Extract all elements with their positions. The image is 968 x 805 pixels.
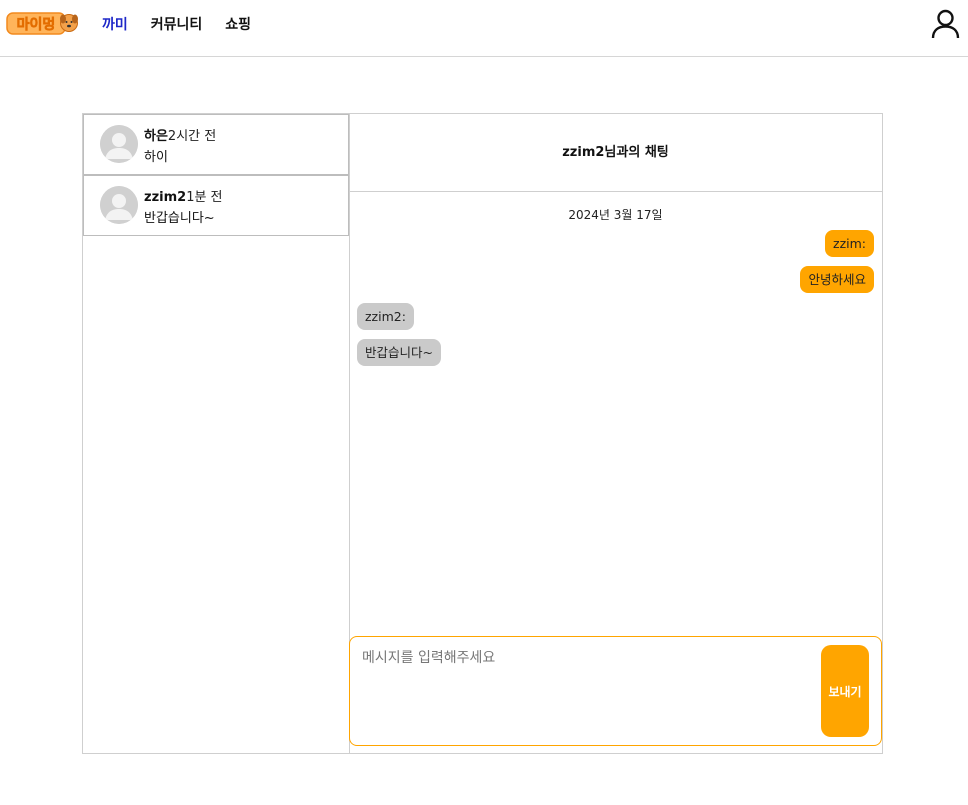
main-nav: 까미 커뮤니티 쇼핑: [102, 14, 251, 34]
message-bubble-other: zzim2:: [357, 303, 414, 330]
room-header: 하은2시간 전: [144, 125, 216, 144]
room-name: 하은: [144, 129, 168, 144]
message-bubble-mine: zzim:: [825, 230, 874, 257]
room-name: zzim2: [144, 190, 187, 205]
svg-text:마이멍: 마이멍: [17, 16, 56, 33]
message-input[interactable]: [360, 645, 814, 739]
nav-item-community[interactable]: 커뮤니티: [151, 14, 203, 34]
message-bubble-other: 반갑습니다~: [357, 339, 441, 366]
message-composer: 보내기: [349, 636, 882, 746]
top-header: 마이멍 까미 커뮤니티 쇼핑: [0, 0, 968, 57]
nav-item-kkami[interactable]: 까미: [102, 14, 128, 34]
user-icon[interactable]: [931, 9, 960, 39]
room-header: zzim21분 전: [144, 186, 223, 205]
nav-item-shopping[interactable]: 쇼핑: [225, 14, 251, 34]
room-time: 2시간 전: [167, 129, 217, 144]
date-separator: 2024년 3월 17일: [568, 208, 663, 222]
send-button[interactable]: 보내기: [821, 645, 869, 737]
room-last-message: 반갑습니다~: [144, 211, 215, 226]
chat-room-item[interactable]: 하은2시간 전 하이: [83, 114, 349, 175]
message-bubble-mine: 안녕하세요: [800, 266, 874, 293]
logo[interactable]: 마이멍: [6, 11, 78, 36]
avatar-icon: [100, 125, 138, 163]
chat-container: 하은2시간 전 하이 zzim21분 전 반갑습니다~ zzim2님과의 채팅 …: [82, 113, 883, 754]
room-last-message: 하이: [144, 150, 168, 165]
room-time: 1분 전: [186, 190, 223, 205]
chat-panel: zzim2님과의 채팅 2024년 3월 17일 zzim: 안녕하세요 zzi…: [349, 114, 882, 753]
chat-title: zzim2님과의 채팅: [349, 114, 882, 192]
chat-room-list: 하은2시간 전 하이 zzim21분 전 반갑습니다~: [83, 114, 350, 753]
avatar-icon: [100, 186, 138, 224]
chat-room-item[interactable]: zzim21분 전 반갑습니다~: [83, 175, 349, 236]
